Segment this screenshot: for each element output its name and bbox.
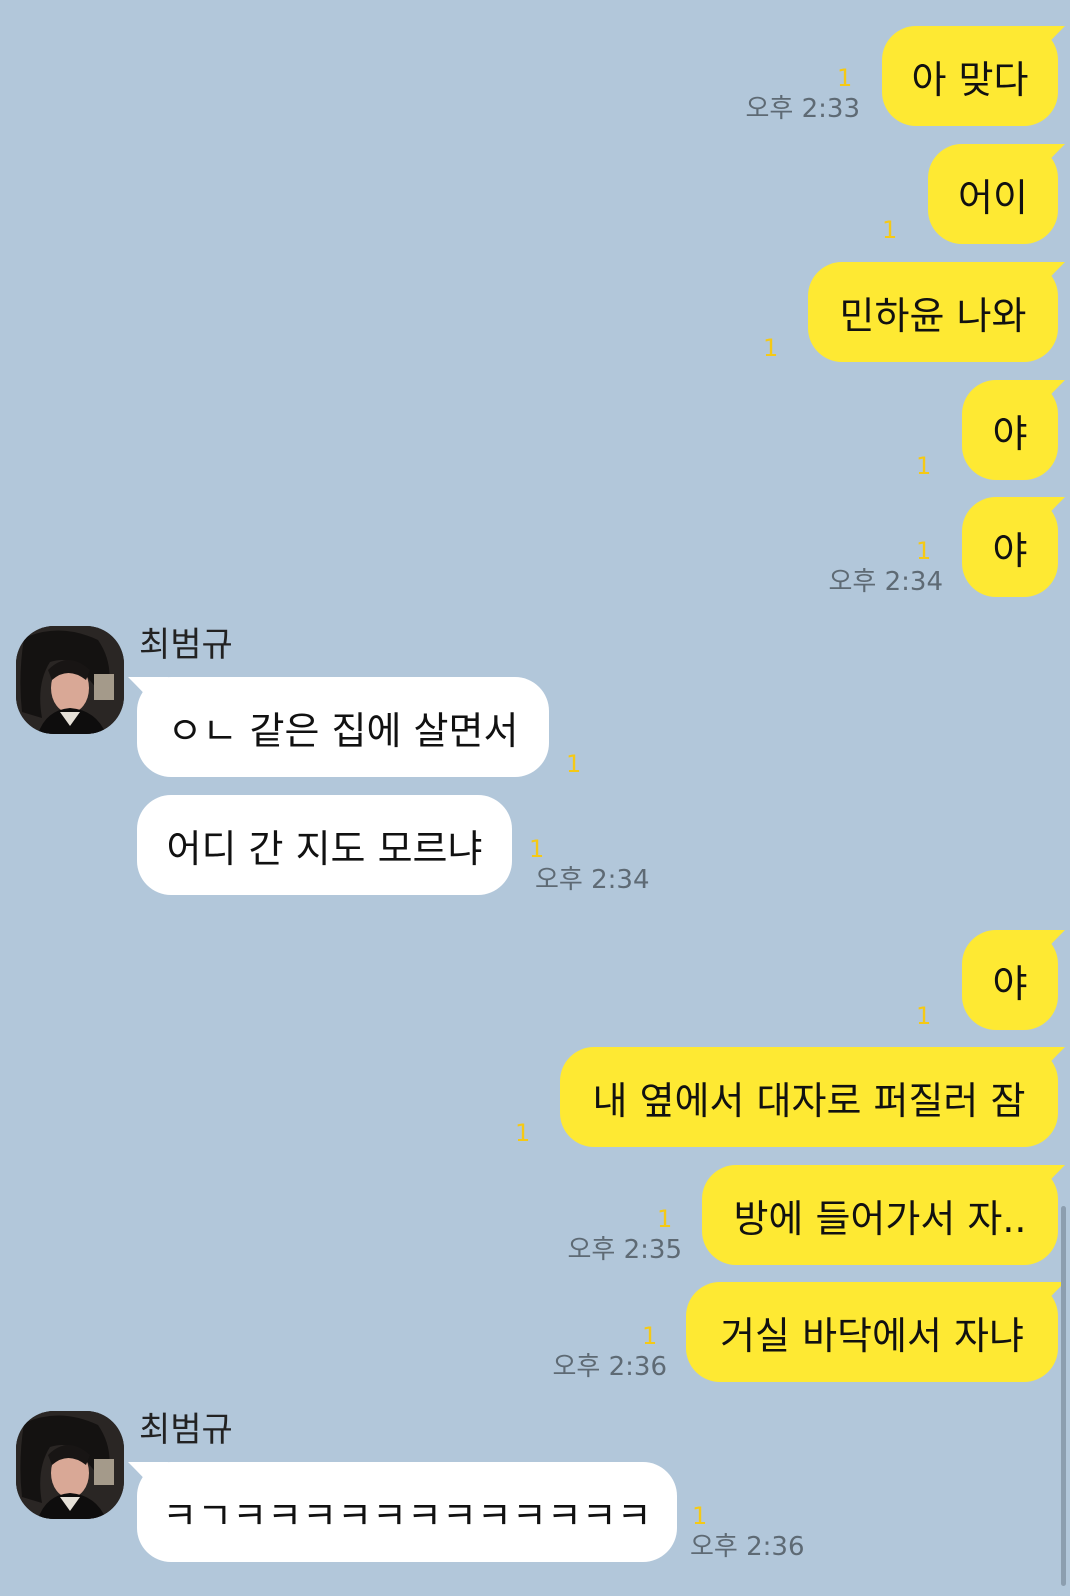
sender-avatar[interactable] <box>16 626 124 734</box>
my-message[interactable]: 방에 들어가서 자.. <box>702 1165 1058 1265</box>
bubble-tail <box>1025 497 1065 531</box>
bubble-tail <box>128 1462 168 1496</box>
my-message[interactable]: 민하윤 나와 <box>808 262 1058 362</box>
unread-count: 1 <box>916 452 932 480</box>
unread-count: 1 <box>692 1502 708 1530</box>
unread-count: 1 <box>515 1119 531 1147</box>
bubble-tail <box>128 677 168 711</box>
bubble-tail <box>1025 1047 1065 1081</box>
my-message[interactable]: 내 옆에서 대자로 퍼질러 잠 <box>560 1047 1058 1147</box>
message-time: 오후 2:33 <box>745 94 861 124</box>
sender-name: 최범규 <box>139 625 233 665</box>
unread-count: 1 <box>916 537 932 565</box>
avatar-photo <box>16 626 124 734</box>
message-time: 오후 2:35 <box>567 1235 683 1265</box>
unread-count: 1 <box>529 835 545 863</box>
bubble-tail <box>1025 262 1065 296</box>
unread-count: 1 <box>916 1002 932 1030</box>
other-message[interactable]: ㅋㄱㅋㅋㅋㅋㅋㅋㅋㅋㅋㅋㅋㅋ <box>137 1462 677 1562</box>
unread-count: 1 <box>657 1205 673 1233</box>
message-time: 오후 2:36 <box>690 1532 805 1562</box>
bubble-tail <box>1025 930 1065 964</box>
unread-count: 1 <box>642 1322 658 1350</box>
message-time: 오후 2:36 <box>552 1352 668 1382</box>
sender-name: 최범규 <box>139 1410 233 1450</box>
bubble-tail <box>1025 144 1065 178</box>
unread-count: 1 <box>566 750 582 778</box>
bubble-tail <box>1025 380 1065 414</box>
other-message[interactable]: 어디 간 지도 모르냐 <box>137 795 512 895</box>
avatar-photo <box>16 1411 124 1519</box>
sender-avatar[interactable] <box>16 1411 124 1519</box>
unread-count: 1 <box>763 334 779 362</box>
my-message[interactable]: 거실 바닥에서 자냐 <box>686 1282 1058 1382</box>
bubble-tail <box>1025 26 1065 60</box>
unread-count: 1 <box>882 216 898 244</box>
unread-count: 1 <box>837 64 853 92</box>
bubble-tail <box>1025 1165 1065 1199</box>
other-message[interactable]: ㅇㄴ 같은 집에 살면서 <box>137 677 549 777</box>
bubble-tail <box>1025 1282 1065 1316</box>
message-time: 오후 2:34 <box>828 567 944 597</box>
message-time: 오후 2:34 <box>535 865 650 895</box>
scrollbar[interactable] <box>1061 1206 1066 1586</box>
